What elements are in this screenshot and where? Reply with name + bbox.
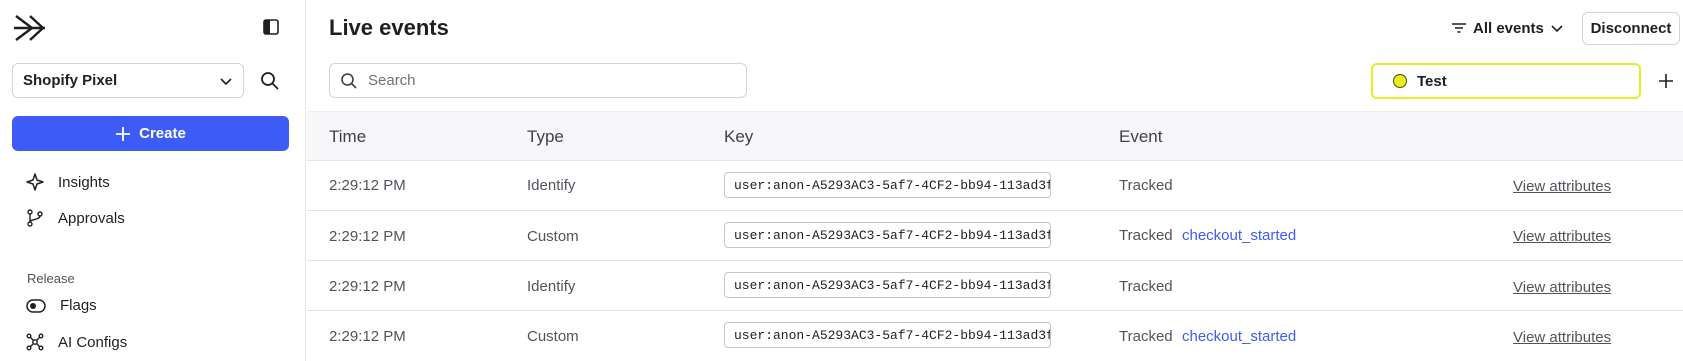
sidebar: Shopify Pixel Create Insights Approvals …	[0, 0, 306, 361]
type-cell: Identify	[527, 278, 576, 295]
project-select-label: Shopify Pixel	[23, 72, 118, 89]
key-chip[interactable]: user:anon-A5293AC3-5af7-4CF2-bb94-113ad3…	[724, 272, 1051, 298]
key-chip[interactable]: user:anon-A5293AC3-5af7-4CF2-bb94-113ad3…	[724, 222, 1051, 248]
view-attributes-link[interactable]: View attributes	[1513, 178, 1611, 195]
table-row: 2:29:12 PM Custom user:anon-A5293AC3-5af…	[307, 311, 1683, 361]
sidebar-item-label: Approvals	[58, 209, 125, 227]
type-cell: Custom	[527, 228, 579, 245]
column-header-time: Time	[329, 127, 367, 146]
status-cell: Tracked	[1119, 278, 1173, 295]
environment-selector[interactable]: Test	[1371, 63, 1641, 99]
table-header: Time Type Key Event	[307, 111, 1683, 161]
disconnect-button-label: Disconnect	[1590, 20, 1672, 37]
search-icon[interactable]	[259, 70, 281, 92]
view-attributes-link[interactable]: View attributes	[1513, 279, 1611, 296]
plus-icon	[116, 126, 131, 141]
table-row: 2:29:12 PM Custom user:anon-A5293AC3-5af…	[307, 211, 1683, 261]
search-input[interactable]	[368, 72, 728, 89]
search-icon	[341, 72, 357, 89]
chevron-down-icon	[220, 77, 232, 85]
key-chip[interactable]: user:anon-A5293AC3-5af7-4CF2-bb94-113ad3…	[724, 172, 1051, 198]
event-name-link[interactable]: checkout_started	[1182, 328, 1296, 345]
logo-icon[interactable]	[12, 12, 48, 44]
type-cell: Custom	[527, 328, 579, 345]
time-cell: 2:29:12 PM	[329, 328, 406, 345]
status-cell: Tracked	[1119, 328, 1173, 345]
plus-icon[interactable]	[1655, 70, 1677, 92]
type-cell: Identify	[527, 177, 576, 194]
sidebar-item-label: Flags	[60, 297, 97, 314]
environment-label: Test	[1417, 72, 1447, 90]
time-cell: 2:29:12 PM	[329, 228, 406, 245]
event-name-link[interactable]: checkout_started	[1182, 227, 1296, 244]
network-icon	[26, 333, 44, 351]
status-cell: Tracked	[1119, 227, 1173, 244]
table-row: 2:29:12 PM Identify user:anon-A5293AC3-5…	[307, 161, 1683, 211]
section-label-release: Release	[27, 271, 75, 286]
filter-icon	[1452, 23, 1466, 33]
sidebar-item-ai-configs[interactable]: AI Configs	[26, 333, 127, 351]
column-header-type: Type	[527, 127, 564, 146]
create-button[interactable]: Create	[12, 116, 289, 151]
time-cell: 2:29:12 PM	[329, 177, 406, 194]
toggle-icon	[26, 298, 46, 313]
key-chip[interactable]: user:anon-A5293AC3-5af7-4CF2-bb94-113ad3…	[724, 322, 1051, 348]
event-filter-dropdown[interactable]: All events	[1451, 17, 1564, 39]
sidebar-item-label: AI Configs	[58, 333, 128, 351]
time-cell: 2:29:12 PM	[329, 278, 406, 295]
event-filter-label: All events	[1473, 19, 1544, 37]
view-attributes-link[interactable]: View attributes	[1513, 329, 1611, 346]
view-attributes-link[interactable]: View attributes	[1513, 228, 1611, 245]
sparkle-icon	[26, 173, 44, 191]
status-cell: Tracked	[1119, 177, 1173, 194]
column-header-event: Event	[1119, 127, 1163, 146]
search-field[interactable]	[329, 63, 747, 98]
project-select[interactable]: Shopify Pixel	[12, 63, 244, 98]
create-button-label: Create	[139, 125, 186, 142]
sidebar-item-approvals[interactable]: Approvals	[26, 209, 125, 227]
chevron-down-icon	[1551, 25, 1563, 33]
column-header-key: Key	[724, 127, 754, 146]
environment-color-dot	[1393, 74, 1407, 88]
branch-icon	[27, 209, 43, 227]
sidebar-item-insights[interactable]: Insights	[26, 173, 110, 191]
disconnect-button[interactable]: Disconnect	[1582, 12, 1680, 45]
main-content: Live events All events Disconnect Test T…	[307, 0, 1683, 361]
sidebar-item-label: Insights	[58, 173, 110, 191]
table-row: 2:29:12 PM Identify user:anon-A5293AC3-5…	[307, 261, 1683, 311]
page-title: Live events	[329, 15, 449, 40]
sidebar-item-flags[interactable]: Flags	[26, 297, 97, 314]
sidebar-collapse-icon[interactable]	[262, 18, 280, 36]
